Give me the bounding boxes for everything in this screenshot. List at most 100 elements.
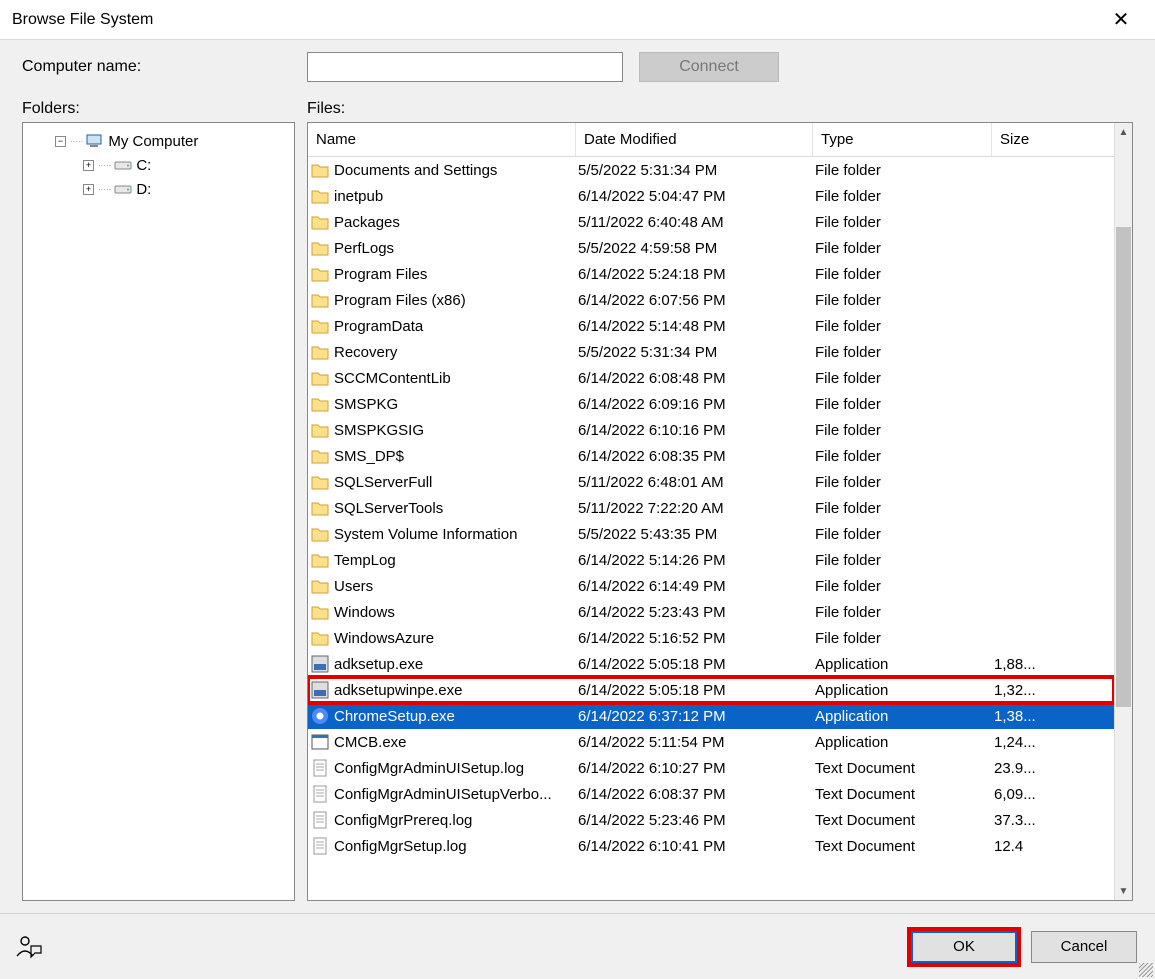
file-date: 6/14/2022 5:16:52 PM (576, 630, 813, 647)
file-date: 6/14/2022 5:05:18 PM (576, 682, 813, 699)
file-name: SMS_DP$ (334, 448, 404, 465)
column-name[interactable]: Name (308, 123, 576, 156)
scroll-thumb[interactable] (1116, 227, 1131, 707)
file-row[interactable]: SMS_DP$6/14/2022 6:08:35 PMFile folder (308, 443, 1114, 469)
collapse-icon[interactable]: − (55, 136, 66, 147)
file-type: Application (813, 682, 992, 699)
folder-icon (310, 186, 330, 206)
titlebar: Browse File System ✕ (0, 0, 1155, 40)
file-name: System Volume Information (334, 526, 517, 543)
folder-icon (310, 212, 330, 232)
file-size: 6,09... (992, 786, 1066, 803)
file-type: File folder (813, 162, 992, 179)
file-date: 6/14/2022 5:11:54 PM (576, 734, 813, 751)
file-date: 6/14/2022 6:07:56 PM (576, 292, 813, 309)
file-row[interactable]: SCCMContentLib6/14/2022 6:08:48 PMFile f… (308, 365, 1114, 391)
file-date: 6/14/2022 5:04:47 PM (576, 188, 813, 205)
file-row[interactable]: Program Files6/14/2022 5:24:18 PMFile fo… (308, 261, 1114, 287)
file-name: SMSPKGSIG (334, 422, 424, 439)
file-row[interactable]: Windows6/14/2022 5:23:43 PMFile folder (308, 599, 1114, 625)
file-row[interactable]: ProgramData6/14/2022 5:14:48 PMFile fold… (308, 313, 1114, 339)
tree-node-label: D: (136, 181, 151, 198)
file-name: SQLServerTools (334, 500, 443, 517)
scroll-track[interactable] (1115, 141, 1132, 882)
file-row[interactable]: SMSPKG6/14/2022 6:09:16 PMFile folder (308, 391, 1114, 417)
tree-node-label: C: (136, 157, 151, 174)
file-name: Packages (334, 214, 400, 231)
file-row[interactable]: Users6/14/2022 6:14:49 PMFile folder (308, 573, 1114, 599)
file-name-cell: SMSPKG (308, 394, 576, 414)
file-type: File folder (813, 474, 992, 491)
file-type: Text Document (813, 812, 992, 829)
file-type: Application (813, 734, 992, 751)
column-type[interactable]: Type (813, 123, 992, 156)
file-row[interactable]: PerfLogs5/5/2022 4:59:58 PMFile folder (308, 235, 1114, 261)
person-chat-icon[interactable] (14, 932, 44, 962)
file-row[interactable]: Recovery5/5/2022 5:31:34 PMFile folder (308, 339, 1114, 365)
file-row[interactable]: Packages5/11/2022 6:40:48 AMFile folder (308, 209, 1114, 235)
file-type: Text Document (813, 760, 992, 777)
file-type: Text Document (813, 838, 992, 855)
column-date[interactable]: Date Modified (576, 123, 813, 156)
file-date: 6/14/2022 5:24:18 PM (576, 266, 813, 283)
file-row[interactable]: ConfigMgrAdminUISetup.log6/14/2022 6:10:… (308, 755, 1114, 781)
file-date: 6/14/2022 6:10:41 PM (576, 838, 813, 855)
file-row[interactable]: SMSPKGSIG6/14/2022 6:10:16 PMFile folder (308, 417, 1114, 443)
folder-tree[interactable]: − ····· My Computer + ····· C: + ····· (22, 122, 295, 901)
scroll-down-icon[interactable]: ▼ (1115, 882, 1132, 900)
close-button[interactable]: ✕ (1099, 0, 1143, 40)
file-name: CMCB.exe (334, 734, 407, 751)
file-date: 5/11/2022 7:22:20 AM (576, 500, 813, 517)
cancel-button[interactable]: Cancel (1031, 931, 1137, 963)
expand-icon[interactable]: + (83, 160, 94, 171)
computer-name-input[interactable] (307, 52, 623, 82)
ok-button[interactable]: OK (911, 931, 1017, 963)
file-name: adksetupwinpe.exe (334, 682, 462, 699)
file-name-cell: Program Files (x86) (308, 290, 576, 310)
file-type: File folder (813, 292, 992, 309)
file-type: File folder (813, 448, 992, 465)
scroll-up-icon[interactable]: ▲ (1115, 123, 1132, 141)
file-date: 6/14/2022 6:14:49 PM (576, 578, 813, 595)
file-row[interactable]: ConfigMgrPrereq.log6/14/2022 5:23:46 PMT… (308, 807, 1114, 833)
file-row[interactable]: ConfigMgrAdminUISetupVerbo...6/14/2022 6… (308, 781, 1114, 807)
file-row[interactable]: ChromeSetup.exe6/14/2022 6:37:12 PMAppli… (308, 703, 1114, 729)
vertical-scrollbar[interactable]: ▲ ▼ (1114, 123, 1132, 900)
file-row[interactable]: adksetupwinpe.exe 6/14/2022 5:05:18 PMApp… (308, 677, 1114, 703)
file-row[interactable]: adksetup.exe6/14/2022 5:05:18 PMApplicat… (308, 651, 1114, 677)
file-row[interactable]: CMCB.exe6/14/2022 5:11:54 PMApplication1… (308, 729, 1114, 755)
folder-icon (310, 628, 330, 648)
expand-icon[interactable]: + (83, 184, 94, 195)
file-date: 5/11/2022 6:40:48 AM (576, 214, 813, 231)
file-row[interactable]: SQLServerFull5/11/2022 6:48:01 AMFile fo… (308, 469, 1114, 495)
file-type: File folder (813, 422, 992, 439)
column-size[interactable]: Size (992, 123, 1066, 156)
file-row[interactable]: WindowsAzure6/14/2022 5:16:52 PMFile fol… (308, 625, 1114, 651)
folder-icon (310, 290, 330, 310)
resize-grip[interactable] (1139, 963, 1153, 977)
file-row[interactable]: System Volume Information5/5/2022 5:43:3… (308, 521, 1114, 547)
file-row[interactable]: Program Files (x86)6/14/2022 6:07:56 PMF… (308, 287, 1114, 313)
file-name-cell: Windows (308, 602, 576, 622)
file-name: WindowsAzure (334, 630, 434, 647)
file-row[interactable]: Documents and Settings5/5/2022 5:31:34 P… (308, 157, 1114, 183)
file-type: File folder (813, 188, 992, 205)
bottom-bar: OK Cancel (0, 913, 1155, 979)
tree-root[interactable]: − ····· My Computer (25, 129, 292, 153)
file-name-cell: PerfLogs (308, 238, 576, 258)
file-date: 6/14/2022 6:09:16 PM (576, 396, 813, 413)
text-icon (310, 758, 330, 778)
file-row[interactable]: ConfigMgrSetup.log6/14/2022 6:10:41 PMTe… (308, 833, 1114, 859)
file-date: 5/5/2022 4:59:58 PM (576, 240, 813, 257)
file-row[interactable]: TempLog6/14/2022 5:14:26 PMFile folder (308, 547, 1114, 573)
file-size: 1,32... (992, 682, 1066, 699)
file-name: SMSPKG (334, 396, 398, 413)
file-name: ConfigMgrPrereq.log (334, 812, 472, 829)
file-name-cell: SMSPKGSIG (308, 420, 576, 440)
tree-drive-d[interactable]: + ····· D: (25, 177, 292, 201)
file-row[interactable]: inetpub6/14/2022 5:04:47 PMFile folder (308, 183, 1114, 209)
file-row[interactable]: SQLServerTools5/11/2022 7:22:20 AMFile f… (308, 495, 1114, 521)
tree-drive-c[interactable]: + ····· C: (25, 153, 292, 177)
main-split: − ····· My Computer + ····· C: + ····· (0, 122, 1155, 913)
file-list[interactable]: Name Date Modified Type Size Documents a… (308, 123, 1114, 900)
